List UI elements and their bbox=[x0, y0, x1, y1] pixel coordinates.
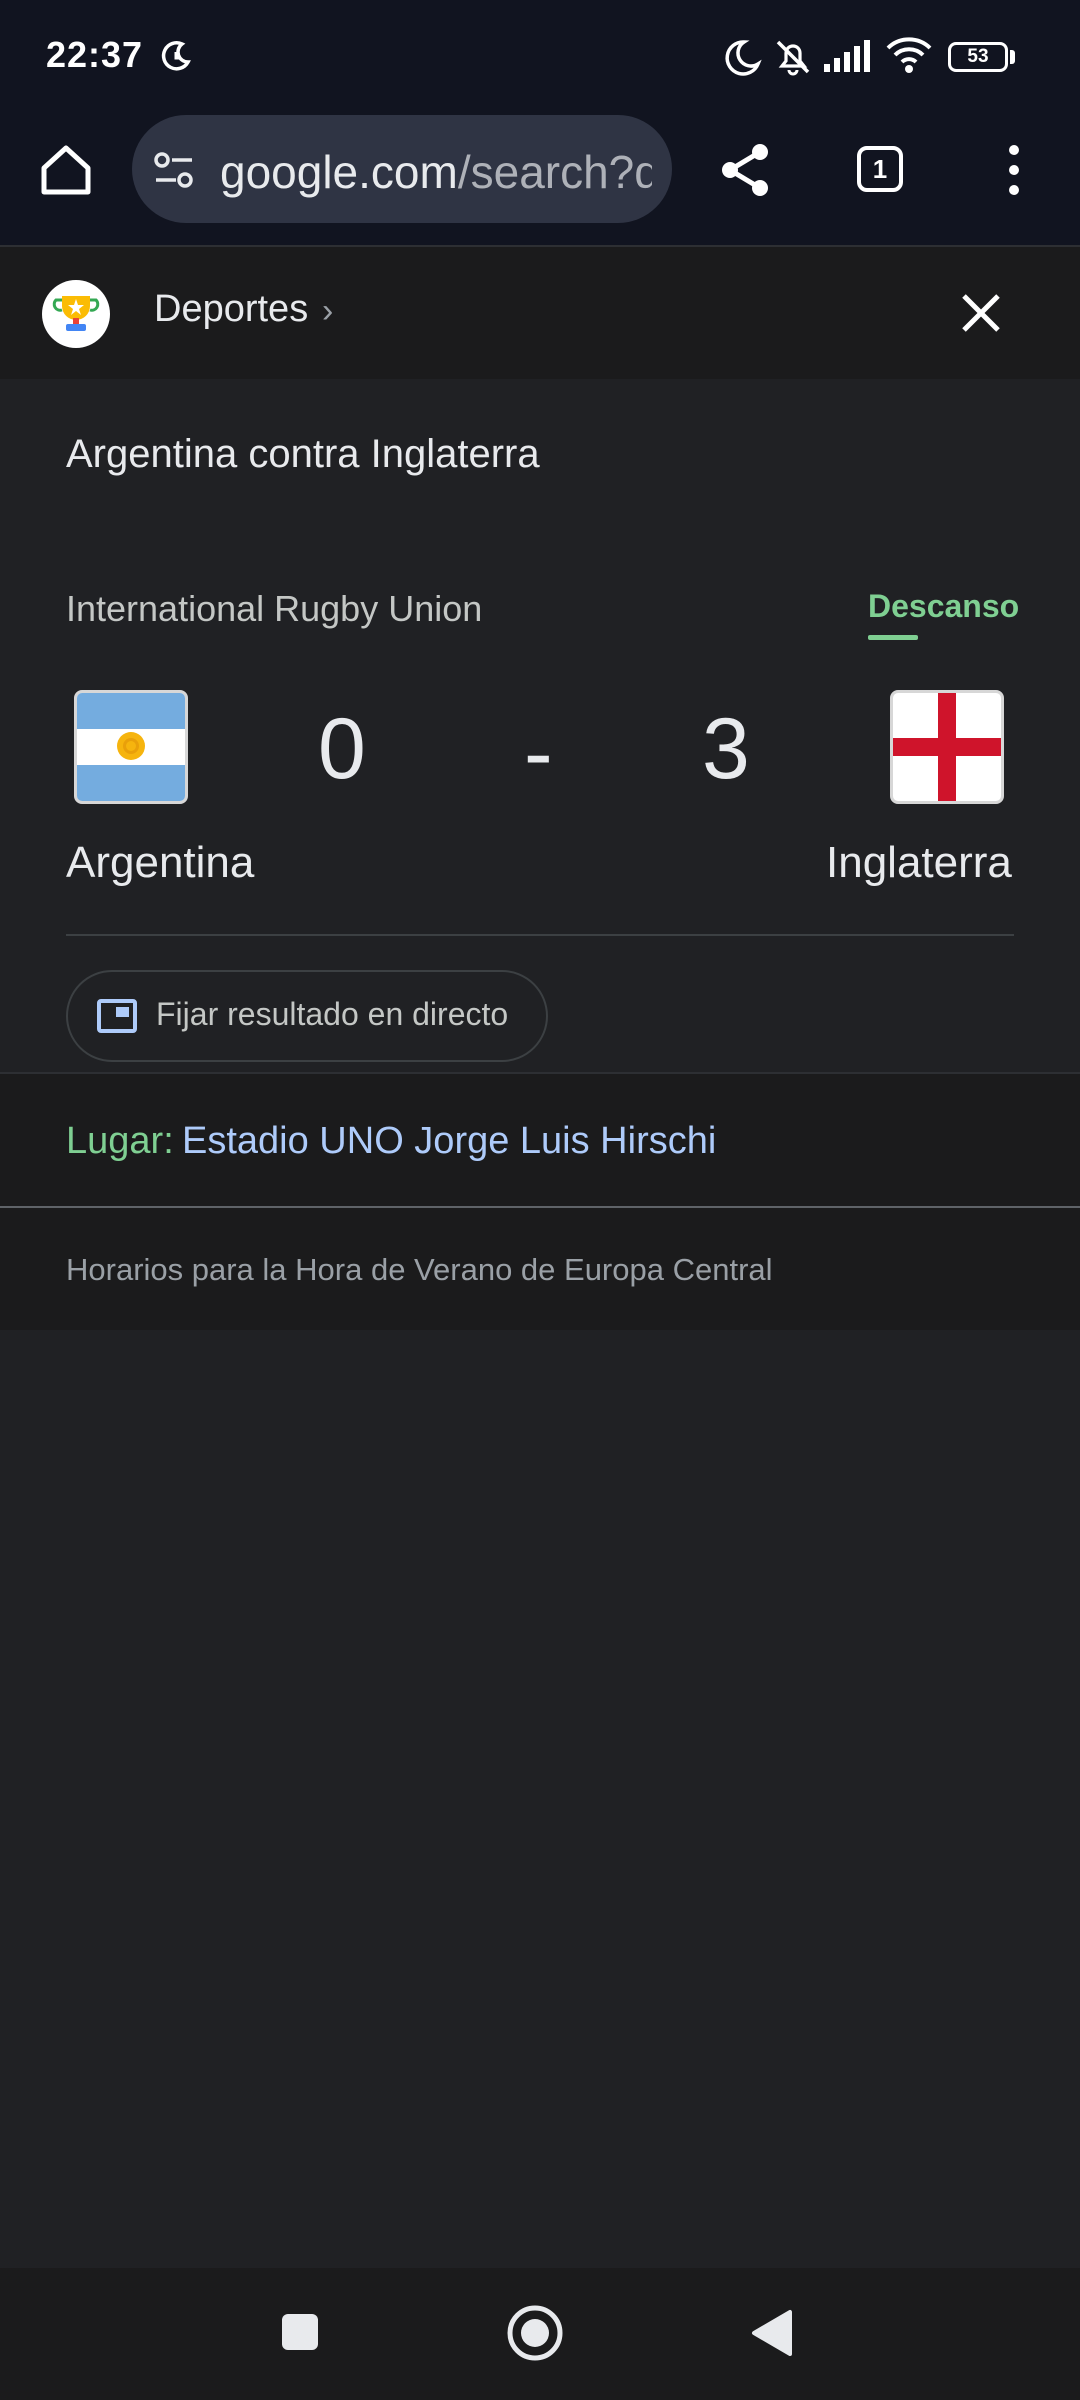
match-title: Argentina contra Inglaterra bbox=[66, 432, 540, 476]
pin-live-score-label: Fijar resultado en directo bbox=[156, 996, 509, 1032]
share-icon[interactable] bbox=[716, 140, 774, 200]
close-icon[interactable] bbox=[958, 290, 1004, 336]
battery-tip bbox=[1010, 50, 1015, 64]
match-status: Descanso bbox=[868, 588, 1020, 624]
argentina-flag-icon[interactable] bbox=[74, 690, 188, 804]
home-team-name[interactable]: Argentina bbox=[66, 838, 254, 888]
dnd-moon-icon bbox=[725, 40, 762, 76]
venue-label: Lugar: bbox=[66, 1120, 174, 1162]
trophy-icon bbox=[52, 296, 100, 331]
sports-avatar[interactable] bbox=[42, 280, 110, 348]
sun-of-may-icon bbox=[117, 732, 145, 760]
home-icon[interactable] bbox=[36, 140, 96, 200]
pin-window-icon bbox=[97, 999, 137, 1033]
timezone-footnote: Horarios para la Hora de Verano de Europ… bbox=[66, 1252, 773, 1287]
home-score: 0 bbox=[318, 701, 366, 797]
sports-category-link[interactable]: Deportes bbox=[154, 288, 308, 331]
clock-time: 22:37 bbox=[46, 34, 144, 75]
more-vert-icon[interactable] bbox=[1000, 142, 1028, 198]
home-circle-icon[interactable] bbox=[506, 2304, 564, 2362]
tab-switcher-icon[interactable]: 1 bbox=[857, 146, 903, 192]
chevron-right-icon: › bbox=[322, 292, 334, 330]
venue-link[interactable]: Estadio UNO Jorge Luis Hirschi bbox=[182, 1120, 716, 1163]
back-triangle-icon[interactable] bbox=[748, 2308, 794, 2358]
site-settings-icon[interactable] bbox=[152, 150, 196, 190]
url-host: google.com bbox=[220, 146, 458, 198]
signal-icon bbox=[824, 40, 870, 72]
league-name: International Rugby Union bbox=[66, 588, 483, 629]
url-text[interactable]: google.com/search?q bbox=[220, 145, 652, 199]
score-separator: - bbox=[524, 705, 553, 801]
mute-bell-icon bbox=[776, 40, 810, 76]
battery-icon: 53 bbox=[948, 42, 1008, 72]
moon-clock-icon bbox=[161, 41, 191, 71]
divider bbox=[66, 934, 1014, 936]
wifi-icon bbox=[886, 37, 932, 73]
england-flag-icon[interactable] bbox=[890, 690, 1004, 804]
away-score: 3 bbox=[702, 701, 750, 797]
url-path: /search?q bbox=[457, 146, 652, 198]
away-team-name[interactable]: Inglaterra bbox=[826, 838, 1012, 888]
recents-square-icon[interactable] bbox=[280, 2312, 320, 2352]
status-underline bbox=[868, 635, 918, 640]
